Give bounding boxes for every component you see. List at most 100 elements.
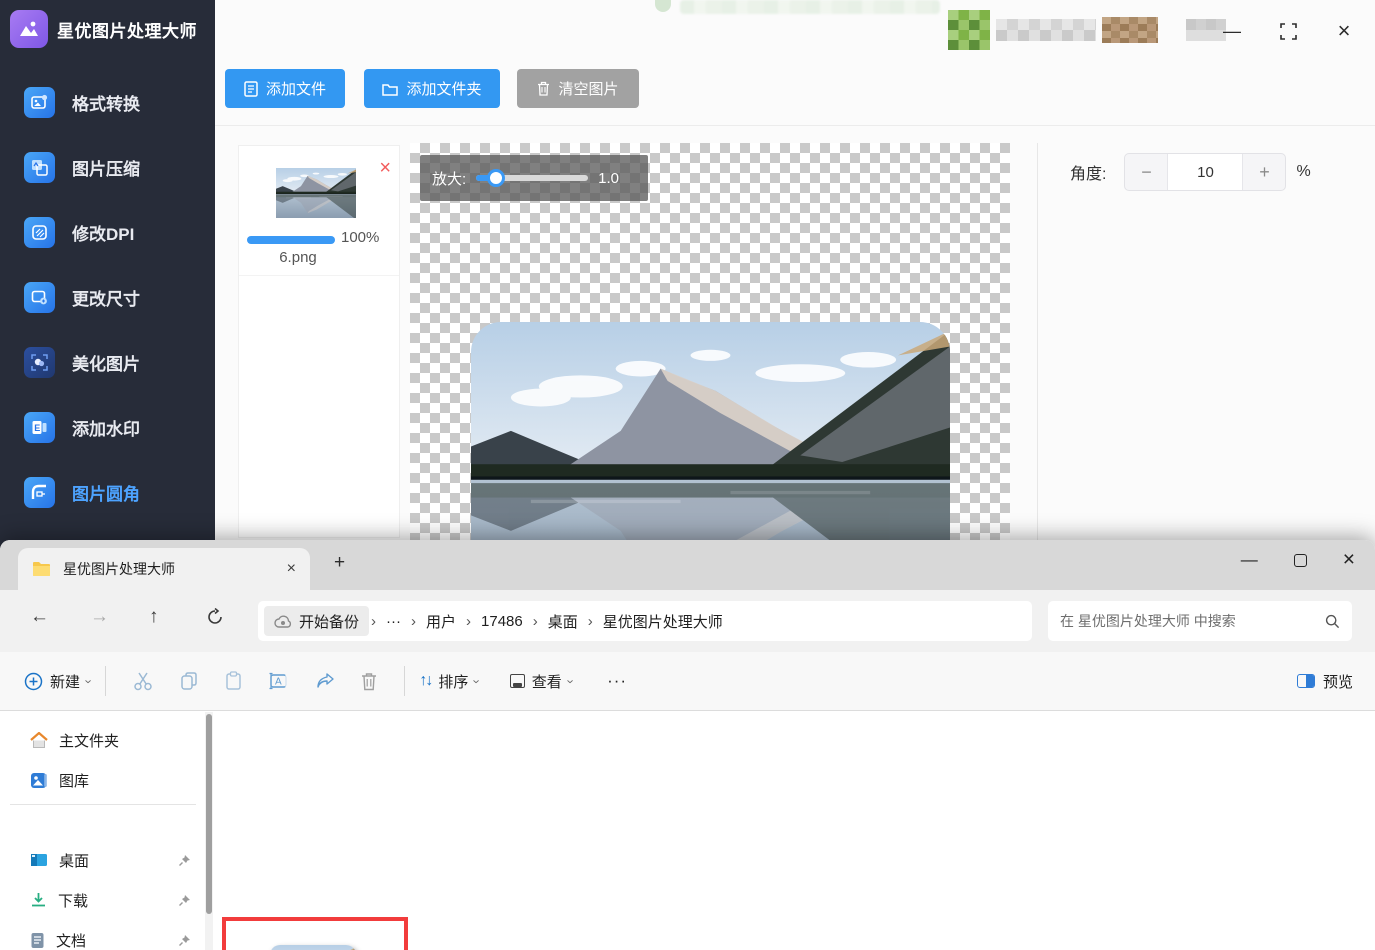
explorer-body: 主文件夹 图库 桌面 下载 文档 xyxy=(0,712,1375,950)
paste-icon xyxy=(226,671,242,690)
rename-button[interactable]: A xyxy=(268,672,289,690)
pin-icon xyxy=(178,854,191,867)
app-maximize-button[interactable] xyxy=(1275,18,1301,44)
delete-button[interactable] xyxy=(361,672,377,691)
breadcrumb-item-17486[interactable]: 17486 xyxy=(473,613,531,630)
pin-icon xyxy=(178,894,191,907)
progress-percent: 100% xyxy=(341,229,380,246)
zoom-slider[interactable] xyxy=(476,169,589,187)
breadcrumb: 开始备份 › ··· › 用户 › 17486 › 桌面 › 星优图片处理大师 xyxy=(258,601,1032,641)
chevron-down-icon: › xyxy=(81,678,97,684)
app-minimize-button[interactable]: — xyxy=(1219,18,1245,44)
explorer-minimize-button[interactable]: — xyxy=(1241,550,1258,570)
tab-close-icon[interactable]: × xyxy=(287,560,296,578)
app-close-button[interactable]: × xyxy=(1331,18,1357,44)
breadcrumb-separator: › xyxy=(371,612,377,630)
angle-increase-button[interactable]: + xyxy=(1243,154,1285,190)
svg-text:E: E xyxy=(34,423,40,433)
more-options-button[interactable]: ··· xyxy=(607,671,627,691)
angle-value-input[interactable]: 10 xyxy=(1167,154,1244,190)
download-icon xyxy=(32,893,45,907)
sidebar-item-compress[interactable]: 图片压缩 xyxy=(0,135,215,200)
remove-file-icon[interactable]: × xyxy=(379,158,391,178)
explorer-address-row: ← → ↑ 开始备份 › ··· › 用户 › 17486 › 桌面 › 星优图… xyxy=(0,590,1375,652)
clear-images-button[interactable]: 清空图片 xyxy=(517,69,639,108)
censored-badge xyxy=(1102,17,1158,43)
explorer-close-button[interactable]: × xyxy=(1343,548,1355,572)
up-button[interactable]: ↑ xyxy=(149,606,159,628)
toolbar-divider xyxy=(404,666,406,696)
svg-text:A: A xyxy=(275,677,282,688)
app-menu: 格式转换 图片压缩 修改DPI 更改尺寸 美化图片 E 添加水印 图片圆角 xyxy=(0,70,215,525)
zoom-slider-handle[interactable] xyxy=(487,169,506,187)
sidebar-item-resize[interactable]: 更改尺寸 xyxy=(0,265,215,330)
sidebar-item-label: 图库 xyxy=(59,772,90,790)
trash-icon xyxy=(538,81,550,96)
file-list-item[interactable]: × 100% 6.png xyxy=(239,146,399,276)
watermark-icon: E xyxy=(24,412,55,443)
search-input[interactable]: 在 星优图片处理大师 中搜索 xyxy=(1048,601,1352,641)
gallery-icon xyxy=(31,772,47,788)
sidebar-item-gallery[interactable]: 图库 xyxy=(0,763,205,797)
home-icon xyxy=(30,731,48,748)
add-file-button[interactable]: 添加文件 xyxy=(225,69,345,108)
sidebar-item-documents[interactable]: 文档 xyxy=(0,923,205,950)
add-folder-label: 添加文件夹 xyxy=(406,81,482,98)
view-button[interactable]: 查看 › xyxy=(509,671,578,692)
sidebar-item-label: 下载 xyxy=(58,892,89,910)
view-icon xyxy=(509,674,525,688)
sidebar-item-label: 格式转换 xyxy=(72,95,140,114)
explorer-maximize-button[interactable] xyxy=(1293,553,1307,567)
copy-button[interactable] xyxy=(180,671,199,691)
share-button[interactable] xyxy=(315,672,335,690)
explorer-tab[interactable]: 星优图片处理大师 × xyxy=(18,548,310,590)
explorer-sidebar: 主文件夹 图库 桌面 下载 文档 xyxy=(0,712,205,950)
breadcrumb-item: 开始备份 xyxy=(299,613,360,631)
explorer-tab-title: 星优图片处理大师 xyxy=(63,561,175,577)
sidebar-item-home[interactable]: 主文件夹 xyxy=(0,723,205,757)
dpi-icon xyxy=(24,217,55,248)
explorer-toolbar: 新建 › A ↑↓ 排序 › 查看 › ··· 预览 xyxy=(0,652,1375,711)
refresh-button[interactable] xyxy=(206,608,224,626)
progress-bar xyxy=(247,236,335,244)
file-6png-thumbnail[interactable] xyxy=(270,945,356,950)
breadcrumb-item-desktop[interactable]: 桌面 xyxy=(540,611,586,632)
sidebar-item-dpi[interactable]: 修改DPI xyxy=(0,200,215,265)
maximize-icon xyxy=(1293,553,1307,567)
angle-decrease-button[interactable]: − xyxy=(1125,154,1167,190)
rounded-preview-image[interactable] xyxy=(471,322,950,540)
sort-button[interactable]: ↑↓ 排序 › xyxy=(419,671,485,692)
add-folder-button[interactable]: 添加文件夹 xyxy=(364,69,500,108)
app-logo-icon xyxy=(10,10,48,48)
app-toolbar: 添加文件 添加文件夹 清空图片 xyxy=(215,60,1375,126)
forward-button[interactable]: → xyxy=(90,606,109,628)
user-avatar xyxy=(948,10,990,50)
paste-button[interactable] xyxy=(225,671,242,691)
sidebar-item-desktop[interactable]: 桌面 xyxy=(0,843,205,877)
panel-divider xyxy=(1037,143,1038,540)
rounded-corner-icon xyxy=(24,477,55,508)
breadcrumb-item-current[interactable]: 星优图片处理大师 xyxy=(595,611,731,632)
sidebar-item-watermark[interactable]: E 添加水印 xyxy=(0,395,215,460)
breadcrumb-root[interactable]: 开始备份 xyxy=(264,606,370,636)
sidebar-item-rounded-corner[interactable]: 图片圆角 xyxy=(0,460,215,525)
sidebar-item-downloads[interactable]: 下载 xyxy=(0,883,205,917)
breadcrumb-ellipsis[interactable]: ··· xyxy=(378,613,409,630)
back-button[interactable]: ← xyxy=(30,606,49,628)
preview-pane-icon xyxy=(1296,674,1315,688)
explorer-window-controls: — × xyxy=(1241,548,1355,572)
new-tab-button[interactable]: + xyxy=(334,552,345,574)
sidebar-scrollbar[interactable] xyxy=(205,712,213,950)
sidebar-item-format-convert[interactable]: 格式转换 xyxy=(0,70,215,135)
sort-icon: ↑↓ xyxy=(419,672,433,689)
new-button[interactable]: 新建 › xyxy=(24,671,97,692)
cut-button[interactable] xyxy=(133,671,154,691)
screen: 星优图片处理大师 格式转换 图片压缩 修改DPI 更改尺寸 美化图片 E 添加水… xyxy=(0,0,1375,950)
preview-toggle-button[interactable]: 预览 xyxy=(1296,671,1353,692)
breadcrumb-separator: › xyxy=(532,612,538,630)
scrollbar-thumb[interactable] xyxy=(206,714,212,914)
censored-user-info xyxy=(948,10,1226,50)
zoom-label: 放大: xyxy=(432,170,467,188)
breadcrumb-item-users[interactable]: 用户 xyxy=(418,611,464,632)
sidebar-item-beautify[interactable]: 美化图片 xyxy=(0,330,215,395)
